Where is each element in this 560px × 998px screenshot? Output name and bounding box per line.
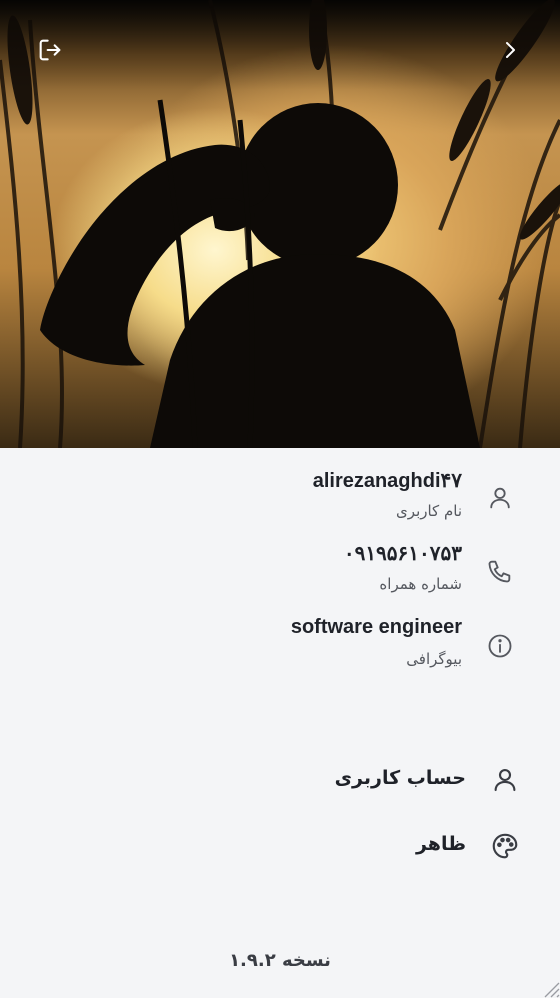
account-menu-item[interactable]: حساب کاربری (0, 758, 560, 804)
back-button[interactable] (494, 34, 526, 66)
logout-button[interactable] (34, 34, 66, 66)
phone-label: شماره همراه (379, 575, 462, 593)
username-label: نام کاربری (396, 502, 462, 520)
palette-icon (492, 833, 518, 859)
bio-row[interactable]: software engineer بیوگرافی (0, 616, 560, 686)
profile-photo (0, 0, 560, 448)
phone-value: ۰۹۱۹۵۶۱۰۷۵۳ (343, 543, 462, 565)
bio-label: بیوگرافی (406, 650, 462, 668)
logout-icon (39, 39, 61, 61)
appearance-menu-label: ظاهر (415, 833, 466, 855)
phone-row[interactable]: ۰۹۱۹۵۶۱۰۷۵۳ شماره همراه (0, 541, 560, 611)
appearance-menu-item[interactable]: ظاهر (0, 824, 560, 870)
app-version: نسخه ۱.۹.۲ (229, 950, 331, 971)
chevron-right-icon (506, 42, 515, 58)
user-icon (494, 768, 516, 792)
phone-icon (488, 560, 511, 583)
username-row[interactable]: alirezanaghdi۴۷ نام کاربری (0, 468, 560, 538)
top-shade (0, 0, 560, 90)
bio-value: software engineer (290, 616, 462, 638)
account-menu-label: حساب کاربری (334, 767, 466, 789)
user-icon (490, 487, 510, 509)
info-icon (488, 634, 512, 658)
username-value: alirezanaghdi۴۷ (312, 470, 462, 492)
resize-grip-icon[interactable] (538, 976, 560, 998)
